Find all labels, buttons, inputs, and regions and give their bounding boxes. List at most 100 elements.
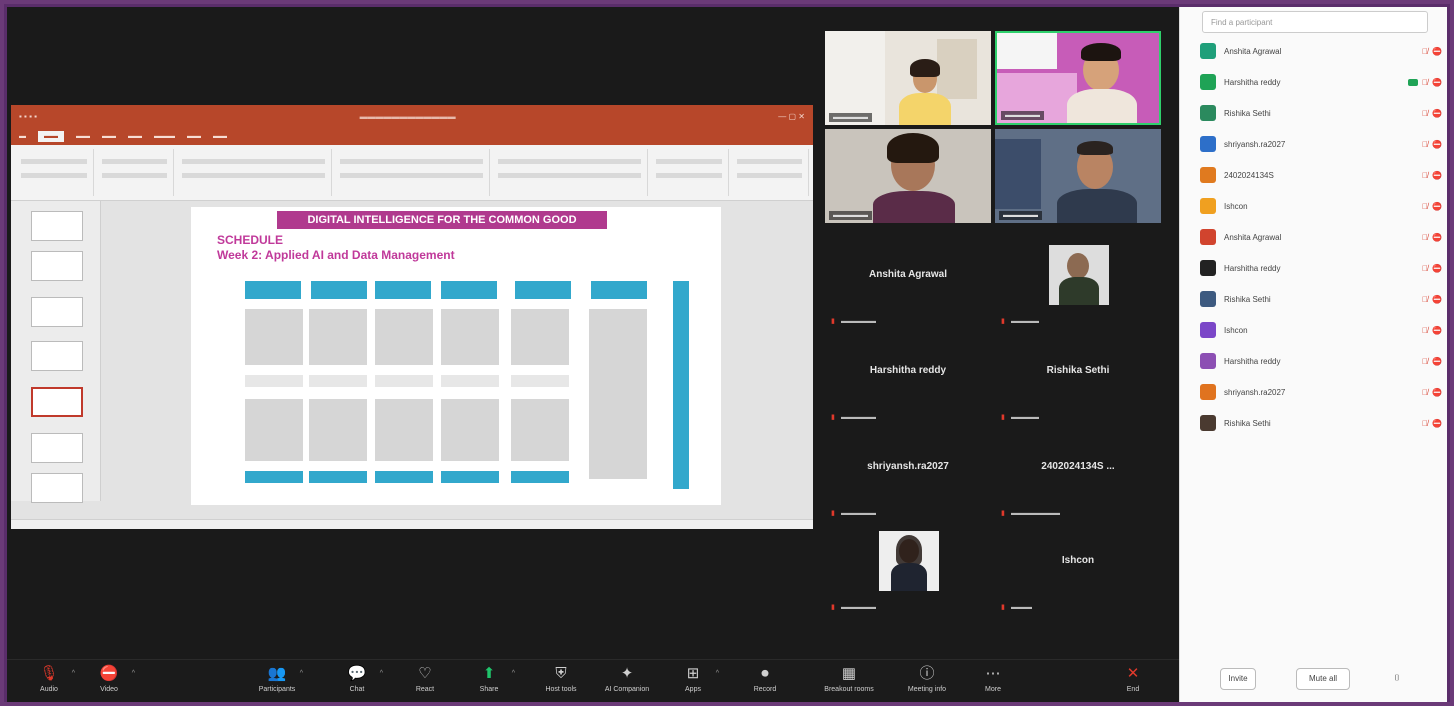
host-tools-button[interactable]: ⛨ Host tools xyxy=(531,664,591,693)
more-button[interactable]: ⋯ More xyxy=(963,664,1023,693)
slide-thumbnail[interactable] xyxy=(31,211,83,241)
chevron-up-icon[interactable]: ^ xyxy=(380,670,383,677)
mute-all-button[interactable]: Mute all xyxy=(1296,668,1350,690)
chevron-up-icon[interactable]: ^ xyxy=(72,670,75,677)
end-button[interactable]: ✕ End xyxy=(1103,664,1163,693)
tile-label: ▬▬▬▬▬▬▬ xyxy=(1011,510,1060,517)
participant-avatar xyxy=(1200,291,1216,307)
info-icon: ⓘ xyxy=(919,665,935,682)
slide-thumbnail[interactable] xyxy=(31,473,83,503)
schedule-day-header xyxy=(441,281,497,299)
participant-tile[interactable]: Harshitha reddy ▮ ▬▬▬▬▬ xyxy=(825,335,991,429)
participant-avatar xyxy=(1200,322,1216,338)
record-button[interactable]: ⏺ Record xyxy=(735,664,795,693)
mic-off-icon: ▮ xyxy=(1001,510,1005,517)
chevron-up-icon[interactable]: ^ xyxy=(132,670,135,677)
tile-label: ▬▬▬▬ xyxy=(1011,414,1039,421)
participant-row[interactable]: Rishika Sethi 🎙̸ ⛔ xyxy=(1200,287,1442,311)
ribbon-group xyxy=(731,149,809,196)
mic-off-icon: ▮ xyxy=(831,510,835,517)
slide-thumbnail[interactable] xyxy=(31,251,83,281)
ppt-status-bar xyxy=(11,519,813,529)
participant-tile[interactable]: shriyansh.ra2027 ▮ ▬▬▬▬▬ xyxy=(825,431,991,525)
video-off-icon: ⛔ xyxy=(1432,325,1442,335)
participant-tile[interactable]: ▮ ▬▬▬▬▬ xyxy=(825,525,991,619)
autosave-icon: ▪ ▪ ▪ ▪ xyxy=(19,111,38,121)
participants-button[interactable]: 👥 Participants ^ xyxy=(247,664,307,693)
participant-row[interactable]: shriyansh.ra2027 🎙̸ ⛔ xyxy=(1200,132,1442,156)
participant-row[interactable]: Rishika Sethi 🎙̸ ⛔ xyxy=(1200,411,1442,435)
ppt-tab: ▬▬▬ xyxy=(154,132,175,140)
ai-companion-button[interactable]: ✦ AI Companion xyxy=(597,664,657,693)
invite-button[interactable]: Invite xyxy=(1220,668,1256,690)
participant-tile[interactable]: Rishika Sethi ▮ ▬▬▬▬ xyxy=(995,335,1161,429)
video-tile[interactable]: ▬▬▬▬▬ xyxy=(825,31,991,125)
schedule-cell xyxy=(375,399,433,461)
mic-off-icon: 🎙̸ xyxy=(1422,325,1429,335)
participant-avatar xyxy=(1200,198,1216,214)
video-button[interactable]: ⛔ Video ^ xyxy=(79,664,139,693)
tile-label: ▬▬▬▬ xyxy=(1011,318,1039,325)
chevron-up-icon[interactable]: ^ xyxy=(716,670,719,677)
participant-tile[interactable]: Ishcon ▮ ▬▬▬ xyxy=(995,525,1161,619)
participant-row[interactable]: Ishcon 🎙̸ ⛔ xyxy=(1200,194,1442,218)
schedule-footer xyxy=(309,471,367,483)
participant-row[interactable]: shriyansh.ra2027 🎙̸ ⛔ xyxy=(1200,380,1442,404)
shared-screen[interactable]: ▪ ▪ ▪ ▪ ▬▬▬▬▬▬▬▬▬▬▬▬ — ▢ ✕ ▬ ▬▬ ▬▬ ▬▬ ▬▬ ▬… xyxy=(11,105,813,529)
schedule-lunch xyxy=(511,375,569,387)
schedule-lunch xyxy=(441,375,499,387)
schedule-cell xyxy=(309,309,367,365)
participant-tile[interactable]: Anshita Agrawal ▮ ▬▬▬▬▬ xyxy=(825,239,991,333)
schedule-side-bar xyxy=(673,281,689,489)
breakout-rooms-button[interactable]: ▦ Breakout rooms xyxy=(819,664,879,693)
participant-row[interactable]: Harshitha reddy 🎙̸ ⛔ xyxy=(1200,256,1442,280)
participant-row[interactable]: Anshita Agrawal 🎙̸ ⛔ xyxy=(1200,39,1442,63)
schedule-cell xyxy=(589,309,647,479)
mic-off-icon: 🎙̸ xyxy=(1422,263,1429,273)
slide-thumbnail-selected[interactable] xyxy=(31,387,83,417)
participant-search-input[interactable]: Find a participant xyxy=(1202,11,1428,33)
meeting-info-button[interactable]: ⓘ Meeting info xyxy=(897,664,957,693)
schedule-cell xyxy=(375,309,433,365)
apps-button[interactable]: ⊞ Apps ^ xyxy=(663,664,723,693)
mic-off-icon: 🎙̸ xyxy=(1422,232,1429,242)
meeting-toolbar: 🎙 Audio ^ ⛔ Video ^ 👥 Participants ^ 💬 Chat ^ ♡ R… xyxy=(7,659,1179,702)
video-tile-active-speaker[interactable]: ▬▬▬▬▬ xyxy=(995,31,1161,125)
chat-button[interactable]: 💬 Chat ^ xyxy=(327,664,387,693)
participant-row[interactable]: Harshitha reddy 🎙̸ ⛔ xyxy=(1200,70,1442,94)
video-tile[interactable]: ▬▬▬▬▬ xyxy=(995,129,1161,223)
participant-name: Anshita Agrawal xyxy=(1224,232,1282,242)
participant-avatar xyxy=(1200,43,1216,59)
participant-row[interactable]: Ishcon 🎙̸ ⛔ xyxy=(1200,318,1442,342)
more-icon: ⋯ xyxy=(985,665,1001,682)
tile-label: ▬▬▬ xyxy=(1011,604,1032,611)
slide-canvas: DIGITAL INTELLIGENCE FOR THE COMMON GOOD… xyxy=(191,207,721,505)
slide-thumbnail[interactable] xyxy=(31,297,83,327)
audio-button[interactable]: 🎙 Audio ^ xyxy=(19,664,79,693)
participant-row[interactable]: Anshita Agrawal 🎙̸ ⛔ xyxy=(1200,225,1442,249)
ribbon-group xyxy=(96,149,174,196)
record-icon: ⏺ xyxy=(761,665,769,682)
video-off-icon: ⛔ xyxy=(1432,46,1442,56)
participant-row[interactable]: Harshitha reddy 🎙̸ ⛔ xyxy=(1200,349,1442,373)
video-tile[interactable]: ▬▬▬▬▬ xyxy=(825,129,991,223)
schedule-day-header xyxy=(515,281,571,299)
participant-row[interactable]: Rishika Sethi 🎙̸ ⛔ xyxy=(1200,101,1442,125)
react-button[interactable]: ♡ React xyxy=(395,664,455,693)
share-button[interactable]: ⬆ Share ^ xyxy=(459,664,519,693)
participant-tile[interactable]: 2402024134S ... ▮ ▬▬▬▬▬▬▬ xyxy=(995,431,1161,525)
slide-thumbnail[interactable] xyxy=(31,341,83,371)
slide-thumbnails xyxy=(11,201,101,503)
video-off-icon: ⛔ xyxy=(1432,418,1442,428)
participant-avatar xyxy=(1200,384,1216,400)
participant-row[interactable]: 2402024134S 🎙̸ ⛔ xyxy=(1200,163,1442,187)
video-off-icon: ⛔ xyxy=(1432,294,1442,304)
participant-name: shriyansh.ra2027 xyxy=(1224,139,1286,149)
participant-tile[interactable]: ▮ ▬▬▬▬ xyxy=(995,239,1161,333)
slide-thumbnail[interactable] xyxy=(31,433,83,463)
chevron-up-icon[interactable]: ^ xyxy=(512,670,515,677)
slide-banner: DIGITAL INTELLIGENCE FOR THE COMMON GOOD xyxy=(277,211,607,229)
more-options-icon[interactable]: ⌷ xyxy=(1386,668,1408,690)
active-indicator-icon xyxy=(1408,78,1419,86)
chevron-up-icon[interactable]: ^ xyxy=(300,670,303,677)
